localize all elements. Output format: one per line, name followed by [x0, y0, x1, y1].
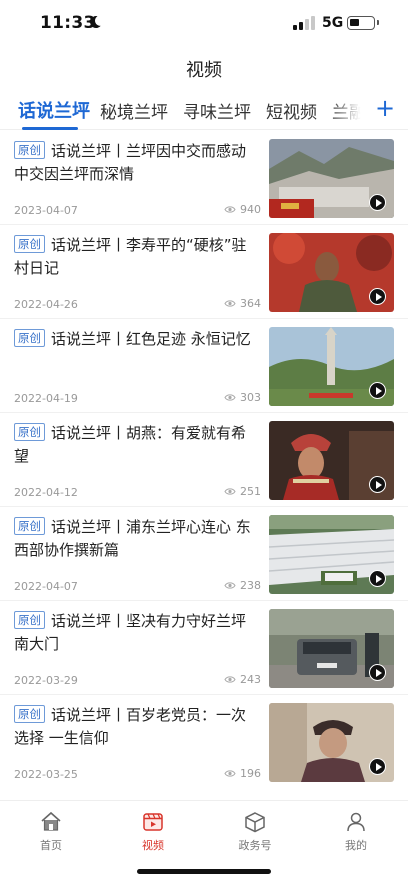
original-badge: 原创: [14, 611, 45, 629]
suv-checkpoint-thumbnail[interactable]: [269, 609, 394, 688]
eye-icon: [224, 770, 236, 777]
active-tab-indicator: [22, 127, 78, 130]
home-icon: [41, 811, 61, 831]
greenhouse-thumbnail[interactable]: [269, 515, 394, 594]
play-icon: [369, 758, 386, 775]
news-title: 话说兰坪丨胡燕：有爱就有希望: [14, 424, 247, 465]
news-title: 话说兰坪丨浦东兰坪心连心 东西部协作撰新篇: [14, 518, 251, 559]
news-date: 2022-04-12: [14, 486, 78, 499]
status-bar: 11:33 5G: [0, 0, 408, 48]
news-title: 话说兰坪丨兰坪因中交而感动 中交因兰坪而深情: [14, 142, 247, 183]
original-badge: 原创: [14, 141, 45, 159]
news-date: 2022-04-19: [14, 392, 78, 405]
woman-headdress-thumbnail[interactable]: [269, 421, 394, 500]
man-portrait-thumbnail[interactable]: [269, 233, 394, 312]
home-indicator: [137, 869, 271, 874]
news-title: 话说兰坪丨百岁老党员：一次选择 一生信仰: [14, 706, 247, 747]
monument-thumbnail[interactable]: [269, 327, 394, 406]
list-item[interactable]: 原创 话说兰坪丨胡燕：有爱就有希望 2022-04-12 251: [0, 413, 408, 507]
play-icon: [369, 194, 386, 211]
eye-icon: [224, 582, 236, 589]
news-date: 2022-03-25: [14, 768, 78, 781]
user-icon: [347, 812, 365, 832]
play-icon: [369, 476, 386, 493]
page-title: 视频: [186, 60, 222, 81]
tab-short-video[interactable]: 短视频: [266, 98, 317, 123]
eye-icon: [224, 488, 236, 495]
list-item[interactable]: 原创 话说兰坪丨兰坪因中交而感动 中交因兰坪而深情 2023-04-07 940: [0, 131, 408, 225]
list-item[interactable]: 原创 话说兰坪丨百岁老党员：一次选择 一生信仰 2022-03-25 196: [0, 695, 408, 789]
mountain-town-thumbnail[interactable]: [269, 139, 394, 218]
eye-icon: [224, 206, 236, 213]
nav-mine[interactable]: 我的: [326, 811, 386, 853]
list-item[interactable]: 原创 话说兰坪丨坚决有力守好兰坪南大门 2022-03-29 243: [0, 601, 408, 695]
tab-mijing-lanping[interactable]: 秘境兰坪: [100, 98, 168, 123]
eye-icon: [224, 676, 236, 683]
list-item[interactable]: 原创 话说兰坪丨李寿平的“硬核”驻村日记 2022-04-26 364: [0, 225, 408, 319]
list-item[interactable]: 原创 话说兰坪丨浦东兰坪心连心 东西部协作撰新篇 2022-04-07 238: [0, 507, 408, 601]
play-icon: [369, 664, 386, 681]
nav-gov-account[interactable]: 政务号: [225, 811, 285, 853]
play-icon: [369, 382, 386, 399]
original-badge: 原创: [14, 235, 45, 253]
original-badge: 原创: [14, 705, 45, 723]
eye-icon: [224, 300, 236, 307]
news-title: 话说兰坪丨坚决有力守好兰坪南大门: [14, 612, 247, 653]
eye-icon: [224, 394, 236, 401]
add-channel-button[interactable]: +: [374, 95, 396, 121]
news-date: 2022-04-07: [14, 580, 78, 593]
elderly-woman-thumbnail[interactable]: [269, 703, 394, 782]
nav-video[interactable]: 视频: [123, 811, 183, 853]
battery-icon: [347, 16, 379, 30]
tab-huashuo-lanping[interactable]: 话说兰坪: [18, 97, 90, 123]
news-date: 2023-04-07: [14, 204, 78, 217]
play-icon: [369, 570, 386, 587]
play-icon: [369, 288, 386, 305]
news-date: 2022-03-29: [14, 674, 78, 687]
nav-home[interactable]: 首页: [21, 811, 81, 853]
box-icon: [245, 812, 265, 833]
original-badge: 原创: [14, 423, 45, 441]
original-badge: 原创: [14, 329, 45, 347]
list-item[interactable]: 原创 话说兰坪丨红色足迹 永恒记忆 2022-04-19 303: [0, 319, 408, 413]
signal-icon: [293, 16, 315, 30]
news-title: 话说兰坪丨李寿平的“硬核”驻村日记: [14, 236, 247, 277]
channel-tabs: 话说兰坪 秘境兰坪 寻味兰坪 短视频 兰融 +: [0, 92, 408, 130]
tab-xunwei-lanping[interactable]: 寻味兰坪: [183, 98, 251, 123]
original-badge: 原创: [14, 517, 45, 535]
news-date: 2022-04-26: [14, 298, 78, 311]
moon-icon: [90, 16, 101, 29]
video-icon: [143, 813, 163, 831]
network-type: 5G: [322, 15, 344, 31]
news-title: 话说兰坪丨红色足迹 永恒记忆: [51, 330, 251, 348]
